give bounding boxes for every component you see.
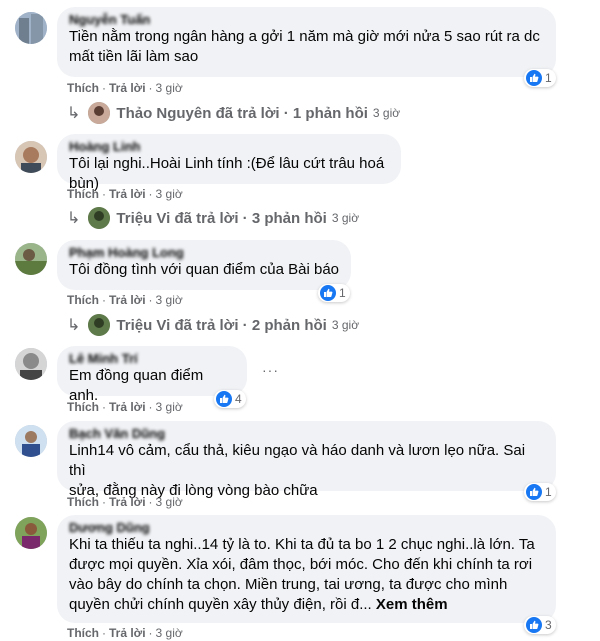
avatar	[88, 207, 111, 229]
replies-label: Thảo Nguyên đã trả lời · 1 phản hồi	[116, 104, 368, 122]
like-button[interactable]: Thích	[67, 495, 99, 509]
avatar[interactable]	[15, 348, 47, 380]
comment-actions: Thích · Trả lời · 3 giờ	[67, 495, 183, 509]
timestamp[interactable]: 3 giờ	[156, 187, 183, 201]
like-icon	[526, 617, 542, 633]
view-replies-link[interactable]: ↳ Triệu Vi đã trả lời · 2 phản hồi 3 giờ	[67, 313, 359, 337]
timestamp[interactable]: 3 giờ	[156, 293, 183, 307]
comment-bubble: Hoàng Linh Tôi lại nghi..Hoài Linh tính …	[57, 134, 401, 192]
comment-author[interactable]: Bạch Văn Dũng	[69, 427, 544, 441]
reaction-count[interactable]: 3	[524, 616, 556, 634]
like-button[interactable]: Thích	[67, 81, 99, 95]
replies-time: 3 giờ	[372, 106, 401, 120]
reply-button[interactable]: Trả lời	[109, 81, 146, 95]
comment-author[interactable]: Dương Dũng	[69, 521, 544, 535]
reply-arrow-icon: ↳	[67, 317, 81, 334]
reply-arrow-icon: ↳	[67, 105, 81, 122]
comment-bubble: Lê Minh Trí Em đồng quan điểm anh.	[57, 346, 247, 404]
replies-time: 3 giờ	[331, 318, 360, 332]
timestamp[interactable]: 3 giờ	[156, 626, 183, 640]
avatar[interactable]	[15, 141, 47, 173]
like-button[interactable]: Thích	[67, 187, 99, 201]
replies-label: Triệu Vi đã trả lời · 2 phản hồi	[116, 316, 327, 334]
reply-button[interactable]: Trả lời	[109, 293, 146, 307]
like-button[interactable]: Thích	[67, 626, 99, 640]
reaction-count[interactable]: 1	[524, 69, 556, 87]
like-icon	[526, 70, 542, 86]
avatar[interactable]	[15, 12, 47, 44]
like-icon	[216, 391, 232, 407]
comment-bubble: Nguyễn Tuấn Tiền nằm trong ngân hàng a g…	[57, 7, 556, 77]
reaction-count[interactable]: 1	[524, 483, 556, 501]
avatar	[88, 102, 111, 124]
comment-text: Tiền nằm trong ngân hàng a gởi 1 năm mà …	[69, 28, 540, 65]
view-replies-link[interactable]: ↳ Thảo Nguyên đã trả lời · 1 phản hồi 3 …	[67, 101, 400, 125]
comment-text: Khi ta thiếu ta nghi..14 tỷ là to. Khi t…	[69, 535, 544, 615]
like-icon	[526, 484, 542, 500]
see-more-link[interactable]: Xem thêm	[376, 596, 448, 613]
reply-button[interactable]: Trả lời	[109, 187, 146, 201]
comment-author[interactable]: Nguyễn Tuấn	[69, 13, 544, 27]
reply-button[interactable]: Trả lời	[109, 400, 146, 414]
reaction-number: 1	[545, 485, 552, 499]
replies-label: Triệu Vi đã trả lời · 3 phản hồi	[116, 209, 327, 227]
comment-bubble: Dương Dũng Khi ta thiếu ta nghi..14 tỷ l…	[57, 515, 556, 623]
comment-actions: Thích · Trả lời · 3 giờ	[67, 187, 183, 201]
comment-text: Tôi đồng tình với quan điểm của Bài báo	[69, 261, 340, 278]
avatar	[88, 314, 111, 336]
timestamp[interactable]: 3 giờ	[156, 81, 183, 95]
comment-actions: Thích · Trả lời · 3 giờ	[67, 400, 183, 414]
like-button[interactable]: Thích	[67, 293, 99, 307]
timestamp[interactable]: 3 giờ	[156, 495, 183, 509]
comment-bubble: Phạm Hoàng Long Tôi đồng tình với quan đ…	[57, 240, 351, 290]
comment-author[interactable]: Hoàng Linh	[69, 140, 389, 154]
avatar[interactable]	[15, 425, 47, 457]
comment-actions: Thích · Trả lời · 3 giờ	[67, 626, 183, 640]
comment-text-body: Khi ta thiếu ta nghi..14 tỷ là to. Khi t…	[69, 536, 535, 613]
comment-author[interactable]: Phạm Hoàng Long	[69, 246, 339, 260]
comment-text: Linh14 vô cảm, cẩu thả, kiêu ngạo và háo…	[69, 442, 526, 499]
comment-bubble: Bạch Văn Dũng Linh14 vô cảm, cẩu thả, ki…	[57, 421, 556, 499]
replies-time: 3 giờ	[331, 211, 360, 225]
avatar[interactable]	[15, 517, 47, 549]
view-replies-link[interactable]: ↳ Triệu Vi đã trả lời · 3 phản hồi 3 giờ	[67, 206, 359, 230]
like-icon	[320, 285, 336, 301]
reply-arrow-icon: ↳	[67, 210, 81, 227]
comment-actions: Thích · Trả lời · 3 giờ	[67, 81, 183, 95]
timestamp[interactable]: 3 giờ	[156, 400, 183, 414]
like-button[interactable]: Thích	[67, 400, 99, 414]
reaction-number: 1	[339, 286, 346, 300]
avatar[interactable]	[15, 243, 47, 275]
reaction-number: 1	[545, 71, 552, 85]
reaction-number: 4	[235, 392, 242, 406]
comment-author[interactable]: Lê Minh Trí	[69, 352, 235, 366]
more-options-icon[interactable]: ···	[262, 362, 279, 378]
comment-actions: Thích · Trả lời · 3 giờ	[67, 293, 183, 307]
reaction-count[interactable]: 1	[318, 284, 350, 302]
reaction-number: 3	[545, 618, 552, 632]
reply-button[interactable]: Trả lời	[109, 626, 146, 640]
reply-button[interactable]: Trả lời	[109, 495, 146, 509]
reaction-count[interactable]: 4	[214, 390, 246, 408]
